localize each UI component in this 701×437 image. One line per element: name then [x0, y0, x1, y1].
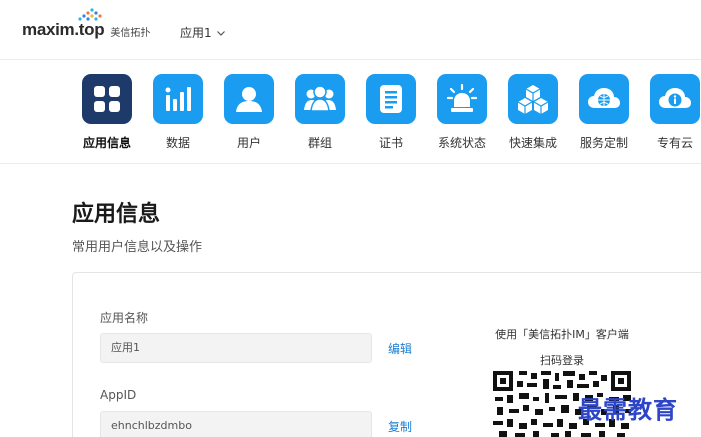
nav-item-certificates[interactable]: 证书 [356, 74, 426, 151]
page-subtitle: 常用用户信息以及操作 [72, 240, 203, 255]
bar-chart-icon [153, 74, 203, 124]
grid-icon [82, 74, 132, 124]
page-title: 应用信息 [72, 202, 161, 227]
nav-divider [0, 163, 701, 164]
alarm-light-icon [437, 74, 487, 124]
copy-appid-link[interactable]: 复制 [388, 418, 412, 435]
nav-item-system-status[interactable]: 系统状态 [427, 74, 497, 151]
document-icon [366, 74, 416, 124]
nav-label: 应用信息 [82, 136, 131, 150]
nav-item-service-custom[interactable]: 服务定制 [569, 74, 639, 151]
app-selector-label: 应用1 [180, 26, 212, 40]
nav-item-quick-integration[interactable]: 快速集成 [498, 74, 568, 151]
logo[interactable]: maxim.top 美信拓扑 [22, 8, 151, 40]
chevron-down-icon [216, 30, 225, 36]
nav-label: 用户 [236, 136, 261, 150]
logo-subtitle: 美信拓扑 [110, 27, 151, 39]
app-name-label: 应用名称 [100, 311, 149, 325]
logo-text: maxim.top [22, 20, 105, 39]
nav-item-app-info[interactable]: 应用信息 [72, 74, 142, 151]
nav-label: 证书 [378, 136, 403, 150]
app-selector[interactable]: 应用1 [180, 24, 226, 41]
nav-item-users[interactable]: 用户 [214, 74, 284, 151]
nav-label: 服务定制 [579, 136, 628, 150]
nav-label: 数据 [165, 136, 190, 150]
user-icon [224, 74, 274, 124]
edit-app-name-link[interactable]: 编辑 [388, 340, 412, 357]
group-icon [295, 74, 345, 124]
watermark-text: 最需教育 [578, 395, 678, 424]
nav-label: 系统状态 [437, 136, 486, 150]
cubes-icon [508, 74, 558, 124]
qr-login-text: 扫码登录 [540, 354, 584, 367]
cloud-info-icon [650, 74, 700, 124]
appid-field: ehnchlbzdmbo [100, 411, 372, 437]
nav-item-groups[interactable]: 群组 [285, 74, 355, 151]
feature-nav: 应用信息 数据 用户 群组 证书 系统状态 快速集成 服务定制 专有云 [80, 74, 701, 156]
nav-label: 专有云 [656, 136, 693, 150]
app-name-field: 应用1 [100, 333, 372, 363]
nav-label: 快速集成 [508, 136, 557, 150]
appid-label: AppID [100, 388, 137, 402]
nav-item-private-cloud[interactable]: 专有云 [640, 74, 701, 151]
top-header: maxim.top 美信拓扑 应用1 [0, 0, 701, 60]
logo-dots-icon [78, 8, 102, 21]
nav-label: 群组 [307, 136, 332, 150]
qr-instruction: 使用「美信拓扑IM」客户端 [495, 328, 629, 341]
cloud-globe-icon [579, 74, 629, 124]
nav-item-data[interactable]: 数据 [143, 74, 213, 151]
